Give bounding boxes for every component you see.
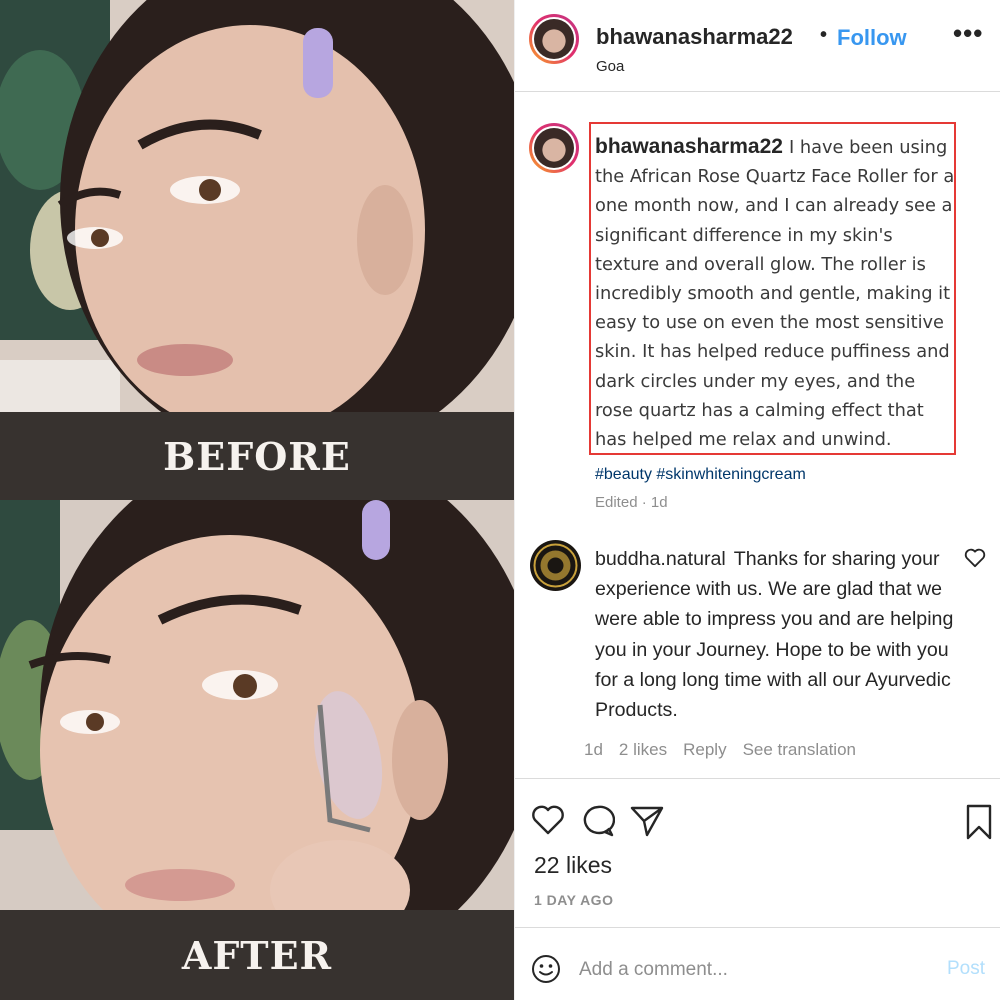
commenter-logo-icon: [530, 540, 581, 591]
before-after-image: BEFORE AFTER: [0, 0, 514, 1000]
comment-likes[interactable]: 2 likes: [619, 740, 667, 760]
post-location[interactable]: Goa: [596, 58, 624, 75]
post-comment-button[interactable]: Post: [947, 958, 985, 980]
post-header: bhawanasharma22 • Follow Goa •••: [515, 0, 1000, 92]
comment-reply-button[interactable]: Reply: [683, 740, 726, 760]
after-label: AFTER: [181, 932, 333, 978]
comment-like-heart-icon[interactable]: [964, 548, 986, 568]
after-caption-bar: AFTER: [0, 910, 514, 1000]
comment-bubble-icon[interactable]: [581, 804, 615, 838]
comment-text: Thanks for sharing your experience with …: [595, 548, 954, 722]
before-photo: BEFORE: [0, 0, 514, 500]
commenter-avatar[interactable]: [530, 540, 581, 591]
add-comment-input[interactable]: [579, 955, 929, 985]
caption-username[interactable]: bhawanasharma22: [595, 135, 783, 158]
see-translation-button[interactable]: See translation: [743, 740, 856, 760]
comment-username[interactable]: buddha.natural: [595, 548, 726, 570]
comment-age: 1d: [584, 740, 603, 759]
before-label: BEFORE: [163, 433, 351, 479]
caption-body: I have been using the African Rose Quart…: [595, 137, 955, 451]
post-panel: bhawanasharma22 • Follow Goa ••• bhawana…: [514, 0, 1000, 1000]
header-separator: •: [820, 24, 828, 46]
caption-edited-time: Edited · 1d: [595, 494, 668, 511]
after-photo: AFTER: [0, 500, 514, 1000]
author-avatar[interactable]: [529, 14, 579, 64]
follow-button[interactable]: Follow: [837, 25, 907, 51]
bookmark-icon[interactable]: [965, 804, 993, 840]
like-heart-icon[interactable]: [531, 804, 565, 836]
comment: buddha.natural Thanks for sharing your ex…: [595, 544, 955, 725]
comment-meta: 1d 2 likes Reply See translation: [584, 740, 856, 760]
before-caption-bar: BEFORE: [0, 412, 514, 500]
author-username[interactable]: bhawanasharma22: [596, 24, 793, 50]
emoji-icon[interactable]: [531, 954, 561, 984]
actions-divider: [515, 778, 1000, 779]
caption-author-avatar[interactable]: [529, 123, 579, 173]
post-time-ago: 1 DAY AGO: [534, 892, 614, 908]
more-options-icon[interactable]: •••: [953, 18, 983, 49]
caption-hashtags[interactable]: #beauty #skinwhiteningcream: [595, 466, 806, 484]
post-caption: bhawanasharma22 I have been using the Afr…: [595, 132, 955, 454]
likes-count[interactable]: 22 likes: [534, 852, 612, 879]
share-paper-plane-icon[interactable]: [629, 804, 665, 838]
add-comment-divider: [515, 927, 1000, 928]
